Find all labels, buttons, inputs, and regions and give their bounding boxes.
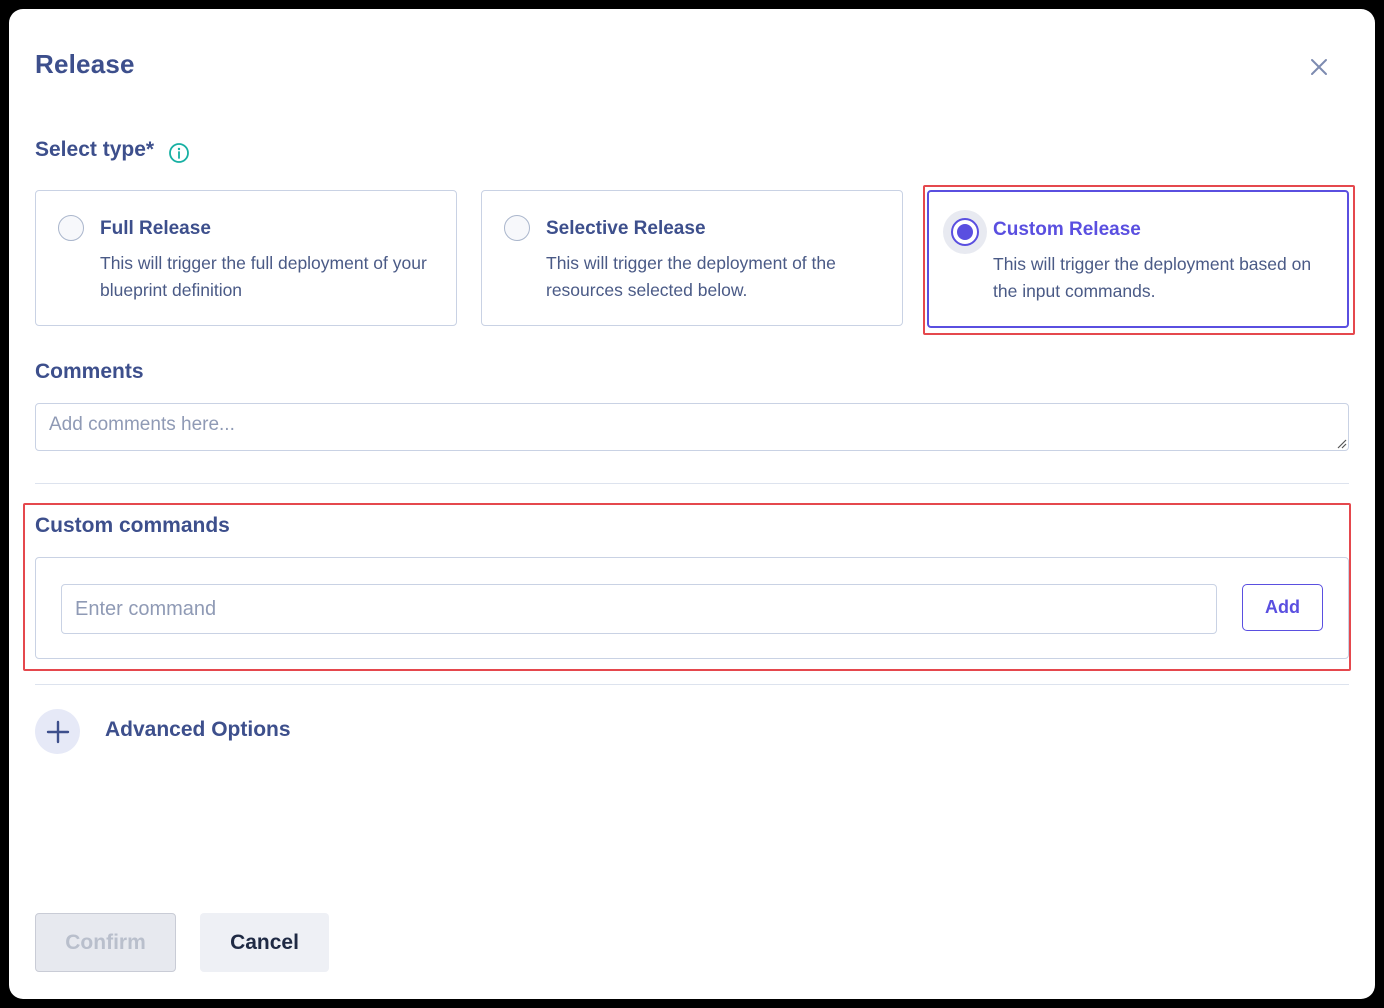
divider [35,684,1349,685]
option-title: Selective Release [546,218,706,239]
add-command-button[interactable]: Add [1242,584,1323,631]
option-description: This will trigger the deployment based o… [993,254,1312,301]
advanced-options-label[interactable]: Advanced Options [105,718,291,742]
option-selective-release[interactable]: Selective Release This will trigger the … [481,190,903,326]
cancel-button[interactable]: Cancel [200,913,329,972]
confirm-button[interactable]: Confirm [35,913,176,972]
plus-icon [46,720,69,743]
comments-label: Comments [35,360,144,383]
select-type-label: Select type* [35,138,155,161]
option-description: This will trigger the deployment of the … [546,253,836,300]
option-custom-release[interactable]: Custom Release This will trigger the dep… [927,190,1349,328]
option-title: Full Release [100,218,211,239]
radio-custom-release[interactable] [951,218,979,246]
radio-selective-release[interactable] [504,215,530,241]
command-input[interactable] [61,584,1217,634]
option-full-release[interactable]: Full Release This will trigger the full … [35,190,457,326]
radio-selected-dot [957,224,973,240]
option-title: Custom Release [993,219,1141,240]
close-icon [1311,59,1327,75]
release-dialog: Release Select type* Full Release This w… [9,9,1375,999]
info-icon[interactable] [168,142,190,164]
option-description: This will trigger the full deployment of… [100,253,427,300]
custom-commands-panel: Add [35,557,1349,659]
resize-handle-icon[interactable] [1335,437,1347,449]
dialog-title: Release [35,49,135,79]
custom-commands-label: Custom commands [35,514,230,537]
comments-field[interactable] [35,403,1349,451]
divider [35,483,1349,484]
advanced-options-toggle[interactable] [35,709,80,754]
close-button[interactable] [1305,53,1333,81]
radio-full-release[interactable] [58,215,84,241]
